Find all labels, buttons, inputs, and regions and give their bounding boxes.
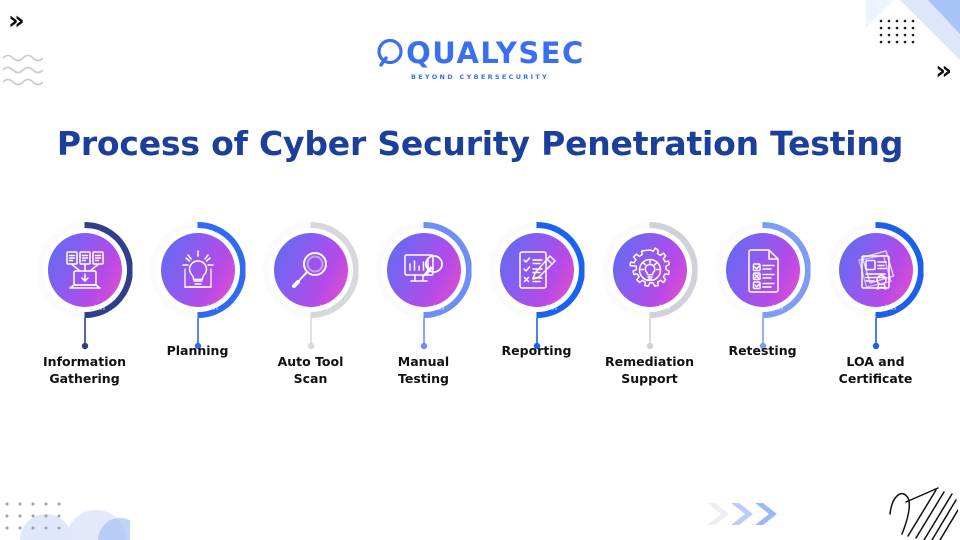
checklist-pencil-icon [518,251,556,289]
lightbulb-board-icon [181,250,214,288]
step-tick-marks [204,304,218,310]
chevron-top-left-icon: » [8,6,25,36]
step-icon-disc [386,233,461,307]
step-connector-stem [28,318,141,350]
brand-tagline: BEYOND CYBERSECURITY [410,73,550,81]
scribble-bottom-right-decoration [889,487,958,540]
qualysec-q-mark-icon [377,38,403,67]
triple-chevron-bottom-right-decoration [707,503,777,525]
step-icon-disc [160,233,235,307]
gear-lightbulb-icon [628,247,670,287]
step-label: Remediation Support [604,354,695,386]
step-label: Planning [166,343,229,358]
step-badge[interactable] [262,222,359,318]
process-step-6[interactable]: Remediation Support [593,222,706,387]
step-label: Manual Testing [397,354,450,386]
step-tick-marks [882,304,896,310]
process-step-5[interactable]: Reporting [480,222,593,360]
step-badge[interactable] [36,222,133,318]
process-step-1[interactable]: Information Gathering [28,222,141,387]
step-badge[interactable] [149,222,246,318]
step-label: Auto Tool Scan [277,354,344,386]
dot-grid-bottom-left-decoration [5,502,61,530]
process-step-2[interactable]: Planning [141,222,254,360]
step-icon-disc [273,233,348,307]
step-badge[interactable] [488,222,585,318]
process-step-7[interactable]: Retesting [706,222,819,360]
step-tick-marks [656,304,670,310]
process-step-8[interactable]: LOA and Certificate [819,222,932,387]
step-connector-stem [367,318,480,350]
step-label: Reporting [501,343,572,358]
process-steps-row: Information Gathering Planning Auto Tool… [28,222,932,387]
step-label: Information Gathering [43,354,126,386]
certificate-seal-icon [857,250,894,290]
step-connector-stem [593,318,706,350]
step-tick-marks [769,304,783,310]
arches-bottom-left-decoration [20,510,130,540]
step-badge[interactable] [375,222,472,318]
brand-logo: QUALYSEC BEYOND CYBERSECURITY [0,38,960,81]
step-connector-stem [819,318,932,350]
process-step-4[interactable]: Manual Testing [367,222,480,387]
process-step-3[interactable]: Auto Tool Scan [254,222,367,387]
step-label: Retesting [728,343,797,358]
step-icon-disc [612,233,687,307]
step-tick-marks [317,304,331,310]
step-icon-disc [838,233,913,307]
magnifier-icon [291,252,327,288]
page-title: Process of Cyber Security Penetration Te… [56,124,904,163]
documents-to-laptop-download-icon [65,251,104,289]
step-icon-disc [725,233,800,307]
step-tick-marks [91,304,105,310]
step-badge[interactable] [827,222,924,318]
step-tick-marks [543,304,557,310]
step-icon-disc [499,233,574,307]
step-badge[interactable] [714,222,811,318]
monitor-chart-magnifier-icon [403,254,443,282]
document-checkboxes-icon [747,249,779,293]
brand-logo-text: QUALYSEC [406,36,585,70]
step-icon-disc [47,233,122,307]
step-label: LOA and Certificate [838,354,913,386]
step-connector-stem [254,318,367,350]
step-tick-marks [430,304,444,310]
step-badge[interactable] [601,222,698,318]
